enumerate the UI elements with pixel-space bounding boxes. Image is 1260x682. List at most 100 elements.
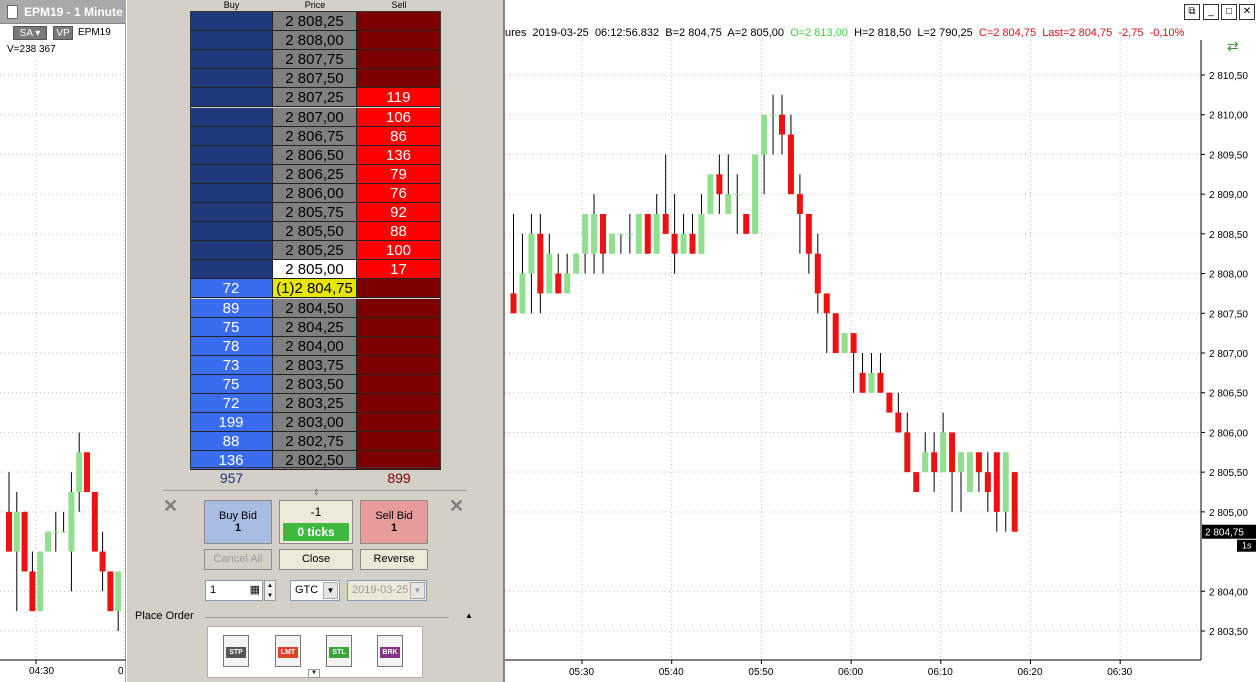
candle-body	[600, 214, 606, 254]
sell-bid-qty: 1	[390, 522, 398, 534]
bracket-order-icon[interactable]: BRK	[377, 635, 403, 667]
candle-body	[1002, 452, 1009, 512]
expiry-date-select[interactable]: 2019-03-25 ▼	[347, 580, 427, 601]
main-chart-plot[interactable]: 2 810,50 2 810,00 2 809,50 2 809,00 2 808,50…	[505, 0, 1260, 682]
stop-order-icon[interactable]: STP	[223, 635, 249, 667]
close-position-button[interactable]: Close	[279, 549, 353, 570]
buy-bid-qty: 1	[234, 522, 242, 534]
close-right-icon[interactable]: ✕	[449, 496, 464, 517]
candle-body	[99, 551, 106, 572]
candle-body	[653, 214, 660, 254]
price-label: 2 806,50	[1209, 389, 1248, 400]
price-label: 2 808,00	[1209, 270, 1248, 281]
collapse-icon[interactable]: ▲	[465, 611, 473, 620]
candle-body	[591, 214, 598, 254]
buy-bid-label: Buy Bid	[219, 510, 257, 522]
quantity-stepper[interactable]: ▲ ▼	[264, 580, 276, 601]
cancel-all-button[interactable]: Cancel All	[204, 549, 272, 570]
candle-body	[84, 452, 90, 492]
splitter-handle-icon[interactable]: ⇕	[313, 488, 320, 497]
bar-timer-label: 1s	[1242, 541, 1252, 551]
candle-body	[107, 571, 114, 612]
candle-body	[115, 571, 122, 612]
candle-body	[859, 372, 866, 393]
candle-body	[895, 412, 902, 433]
sell-bid-button[interactable]: Sell Bid 1	[360, 500, 428, 544]
candle-body	[37, 551, 44, 612]
buy-column-header[interactable]: Buy	[190, 0, 273, 11]
quantity-input[interactable]: 1 ▦	[205, 580, 263, 601]
order-type-tray: STP LMT STL BRK ▼	[207, 626, 423, 678]
candle-body	[52, 531, 59, 533]
candle-body	[805, 214, 812, 254]
chevron-down-icon[interactable]: ▼	[410, 582, 425, 599]
chevron-down-icon[interactable]: ▼	[323, 582, 338, 599]
candle-body	[671, 233, 678, 254]
candle-body	[931, 452, 938, 473]
place-order-divider	[205, 617, 449, 618]
left-time-label: 04:30	[29, 666, 55, 677]
candle-body	[662, 214, 669, 234]
candle-body	[993, 452, 1000, 512]
sell-bid-label: Sell Bid	[375, 510, 413, 522]
position-ticks: 0 ticks	[283, 523, 349, 541]
price-label: 2 805,50	[1209, 468, 1248, 479]
candle-body	[975, 452, 982, 473]
price-label: 2 805,00	[1209, 508, 1248, 519]
candle-body	[707, 174, 714, 214]
candle-body	[814, 253, 821, 294]
candle-body	[716, 174, 723, 195]
price-label: 2 809,00	[1209, 190, 1248, 201]
candle-body	[68, 492, 75, 552]
buy-bid-button[interactable]: Buy Bid 1	[204, 500, 272, 544]
candle-body	[680, 233, 687, 254]
candle-body	[949, 432, 956, 473]
candle-body	[850, 333, 857, 353]
time-label: 06:10	[928, 667, 953, 678]
sell-column-header[interactable]: Sell	[357, 0, 441, 11]
candle-body	[886, 392, 893, 413]
candle-body	[779, 114, 785, 135]
candle-body	[635, 214, 642, 254]
candle-body	[841, 333, 848, 353]
price-label: 2 808,50	[1209, 230, 1248, 241]
candle-body	[1011, 472, 1018, 532]
chevron-down-icon[interactable]: ▼	[308, 669, 320, 678]
candle-body	[725, 194, 732, 214]
left-chart-window: EPM19 - 1 Minute SA ▾ VP EPM19 V=238 367…	[0, 0, 126, 682]
price-label: 2 807,00	[1209, 349, 1248, 360]
depth-of-market-panel: Buy Price Sell 2 808,25 2 808,00 2 807,75 2…	[126, 0, 504, 682]
candle-body	[922, 452, 929, 473]
candle-body	[913, 472, 920, 492]
candle-body	[761, 114, 768, 155]
dom-ladder-border	[190, 11, 441, 468]
candle-body	[555, 273, 562, 294]
candle-body	[573, 253, 580, 274]
candle-body	[743, 214, 750, 234]
trading-workspace: EPM19 - 1 Minute SA ▾ VP EPM19 V=238 367…	[0, 0, 1260, 682]
limit-order-icon[interactable]: LMT	[275, 635, 301, 667]
close-left-icon[interactable]: ✕	[163, 496, 178, 517]
price-label: 2 807,50	[1209, 309, 1248, 320]
candle-body	[626, 233, 633, 235]
candle-body	[877, 372, 884, 393]
candle-body	[966, 452, 973, 492]
time-label: 06:30	[1107, 667, 1132, 678]
candle-body	[29, 571, 36, 612]
time-label: 05:50	[748, 667, 773, 678]
stop-limit-order-icon[interactable]: STL	[326, 635, 352, 667]
reverse-button[interactable]: Reverse	[360, 549, 428, 570]
quantity-value: 1	[210, 584, 217, 596]
price-column-header[interactable]: Price	[273, 0, 357, 11]
position-display: -1 0 ticks	[279, 500, 353, 544]
candle-body	[644, 214, 651, 254]
calculator-icon[interactable]: ▦	[250, 583, 260, 598]
candle-body	[868, 372, 875, 393]
time-label: 06:00	[838, 667, 863, 678]
candle-body	[546, 253, 553, 294]
time-in-force-select[interactable]: GTC ▼	[290, 580, 340, 601]
candle-body	[21, 511, 28, 572]
candle-body	[510, 293, 517, 314]
left-chart-plot[interactable]	[0, 0, 126, 682]
candle-body	[564, 273, 571, 294]
